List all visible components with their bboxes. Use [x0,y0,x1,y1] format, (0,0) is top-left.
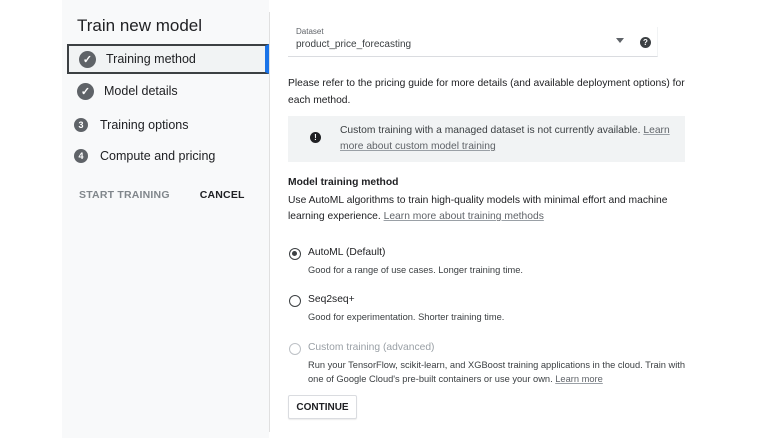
step-label: Compute and pricing [100,149,216,163]
info-icon: ! [310,132,321,143]
section-title: Model training method [288,177,399,188]
option-title: Custom training (advanced) [308,342,435,353]
continue-button[interactable]: CONTINUE [288,395,357,419]
help-icon[interactable]: ? [640,37,651,48]
start-training-button[interactable]: START TRAINING [79,189,170,201]
step-training-method[interactable]: ✓ Training method [67,44,269,74]
cancel-button[interactable]: CANCEL [200,189,245,201]
step-label: Training method [106,52,196,66]
radio-button-selected[interactable] [289,248,301,260]
radio-button[interactable] [289,295,301,307]
option-description: Run your TensorFlow, scikit-learn, and X… [308,358,703,386]
training-methods-learn-more-link[interactable]: Learn more about training methods [384,211,544,222]
stepper-panel: Train new model ✓ Training method ✓ Mode… [62,0,269,438]
check-circle-icon: ✓ [79,50,96,68]
step-training-options[interactable]: 3 Training options [67,110,269,140]
option-description-text: Run your TensorFlow, scikit-learn, and X… [308,360,686,384]
dataset-value: product_price_forecasting [296,39,412,50]
pricing-note: Please refer to the pricing guide for mo… [288,78,685,106]
step-label: Training options [100,118,189,132]
option-description: Good for a range of use cases. Longer tr… [308,265,523,275]
option-title: AutoML (Default) [308,247,386,258]
page-title: Train new model [77,16,203,35]
radio-button-disabled [289,343,301,355]
step-label: Model details [104,84,178,98]
dataset-label: Dataset [296,27,324,36]
option-description: Good for experimentation. Shorter traini… [308,312,505,322]
step-number-icon: 4 [74,149,88,163]
custom-training-learn-more-link-2[interactable]: Learn more [555,374,603,384]
check-circle-icon: ✓ [77,82,94,100]
stepper-actions: START TRAINING CANCEL [79,189,245,201]
option-title: Seq2seq+ [308,294,355,305]
info-banner: ! Custom training with a managed dataset… [288,116,685,162]
section-description: Use AutoML algorithms to train high-qual… [288,193,688,225]
panel-divider [269,12,270,432]
step-model-details[interactable]: ✓ Model details [67,76,269,106]
step-compute-and-pricing[interactable]: 4 Compute and pricing [67,141,269,171]
info-banner-message: Custom training with a managed dataset i… [340,125,644,136]
dataset-select[interactable]: Dataset product_price_forecasting ? [288,27,658,57]
dropdown-arrow-icon[interactable] [616,38,624,43]
step-number-icon: 3 [74,118,88,132]
info-banner-text: Custom training with a managed dataset i… [340,123,675,155]
